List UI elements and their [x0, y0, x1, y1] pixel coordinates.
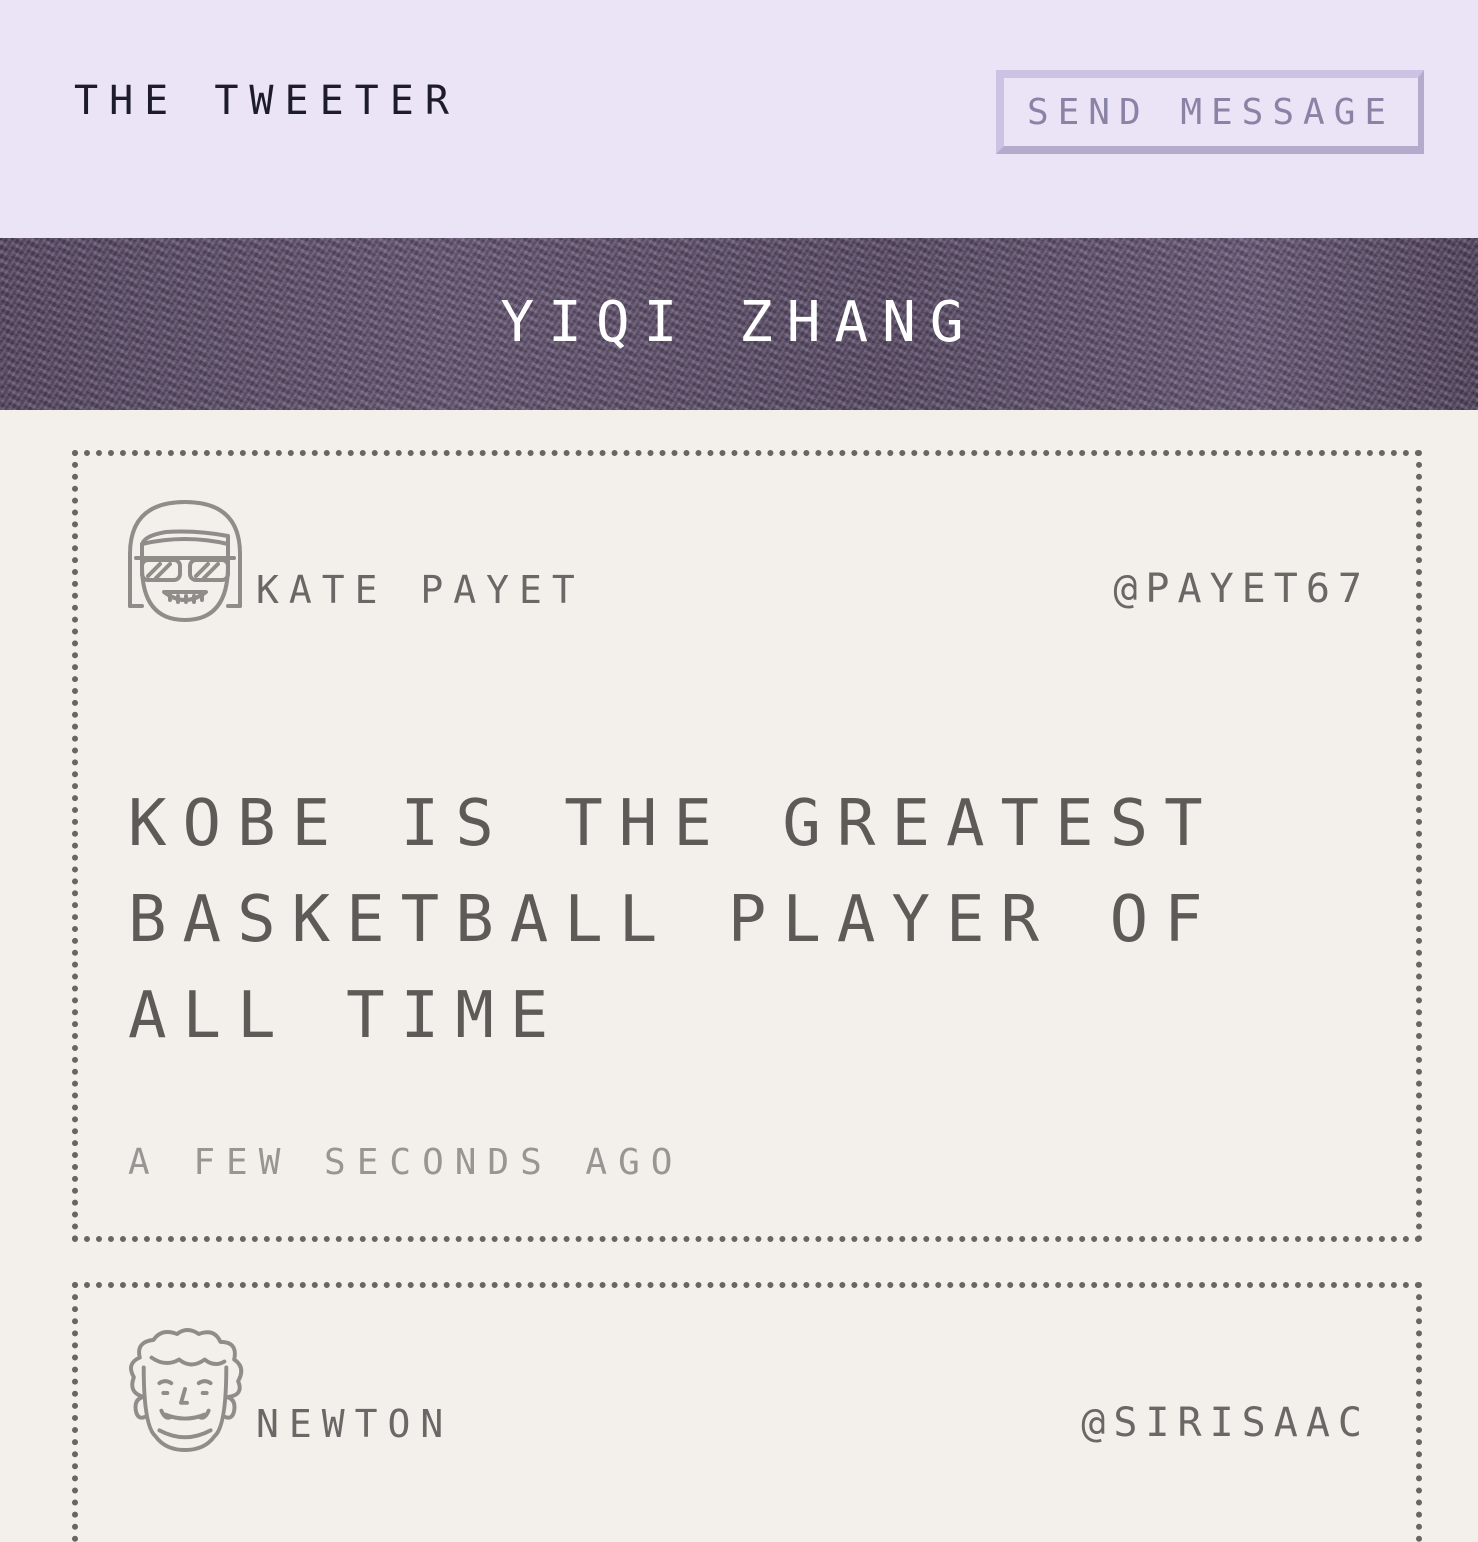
- profile-banner: YIQI ZHANG: [0, 238, 1478, 410]
- tweet-card: NEWTON @SIRISAAC: [72, 1282, 1422, 1542]
- tweet-card: KATE PAYET @PAYET67 KOBE IS THE GREATEST…: [72, 450, 1422, 1242]
- tweet-timestamp: A FEW SECONDS AGO: [128, 1142, 684, 1183]
- tweet-author-name: KATE PAYET: [256, 568, 585, 612]
- brand-title: THE TWEETER: [74, 78, 460, 124]
- curly-hair-man-avatar-icon: [129, 1328, 244, 1452]
- tweet-author-handle[interactable]: @SIRISAAC: [1081, 1400, 1370, 1446]
- tweet-author-name: NEWTON: [256, 1402, 454, 1446]
- top-bar: THE TWEETER SEND MESSAGE: [0, 0, 1478, 238]
- tweet-text: KOBE IS THE GREATEST BASKETBALL PLAYER O…: [128, 787, 1219, 1053]
- profile-user-name: YIQI ZHANG: [500, 290, 978, 355]
- send-message-button[interactable]: SEND MESSAGE: [996, 70, 1424, 154]
- tweet-author-handle[interactable]: @PAYET67: [1113, 566, 1370, 612]
- girl-with-sunglasses-avatar-icon: [128, 500, 242, 622]
